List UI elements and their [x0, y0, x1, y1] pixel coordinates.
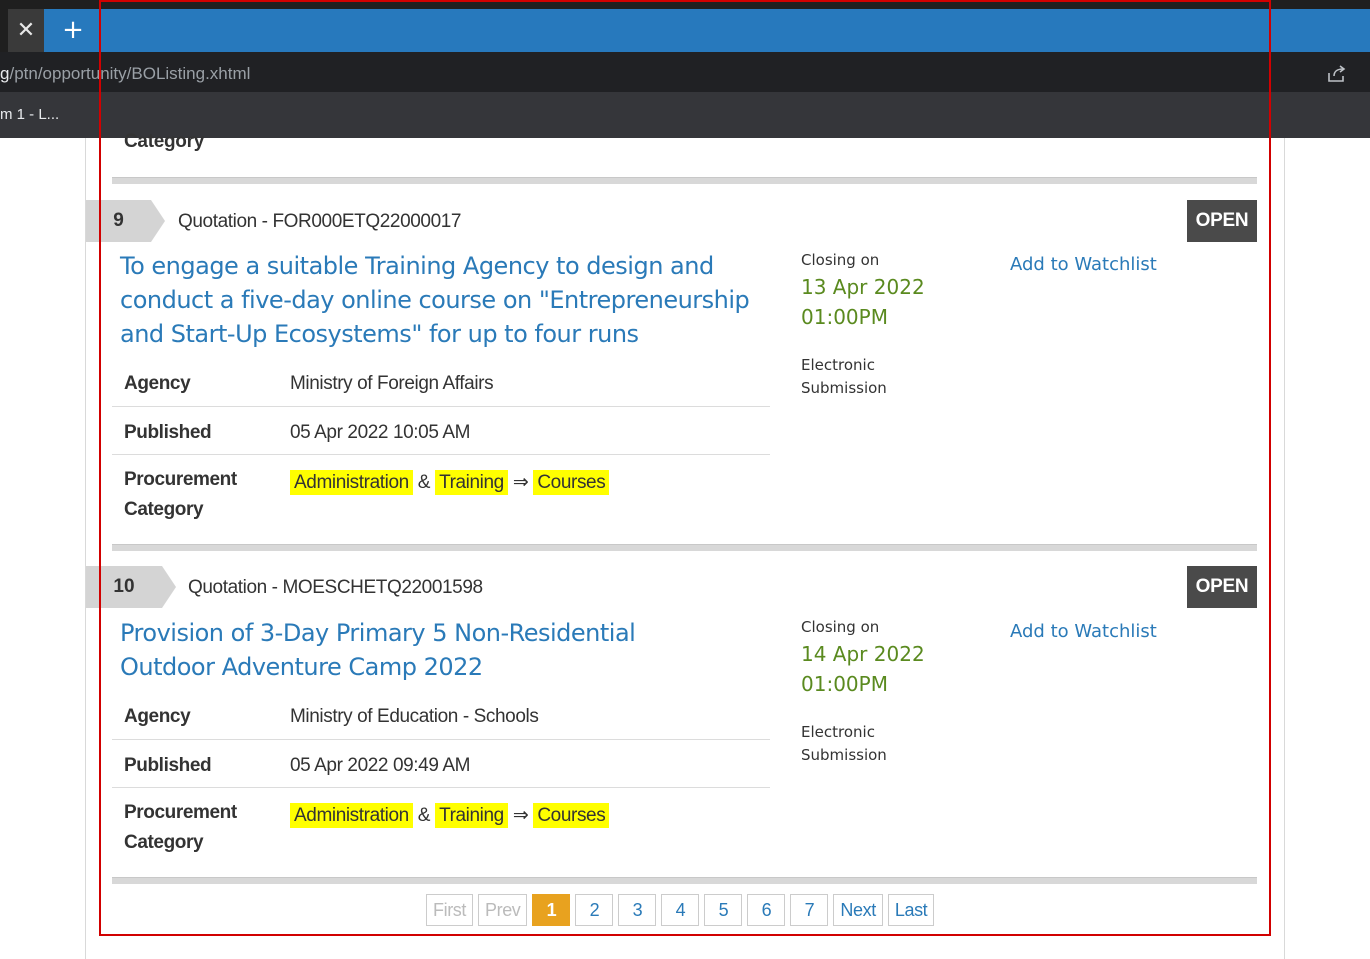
category-arrow: ⇒ [512, 805, 529, 826]
agency-value: Ministry of Foreign Affairs [290, 373, 494, 394]
agency-row: Agency Ministry of Education - Schools [112, 695, 770, 740]
status-badge: OPEN [1187, 200, 1257, 242]
closing-time: 01:00PM [801, 305, 888, 329]
listing-number: 9 [86, 200, 165, 242]
url-path: /ptn/opportunity/BOListing.xhtml [9, 64, 251, 83]
category-row: Procurement Category Administration & Trai… [112, 788, 770, 868]
listing-reference: Quotation - MOESCHETQ22001598 [188, 577, 483, 598]
status-badge: OPEN [1187, 566, 1257, 608]
category-arrow: ⇒ [512, 472, 529, 493]
listing-separator [112, 177, 1257, 184]
page-button-5[interactable]: 5 [704, 894, 743, 926]
category-tag: Training [435, 803, 508, 828]
category-row: Procurement Category Administration & Trai… [112, 455, 770, 535]
page-button-6[interactable]: 6 [747, 894, 786, 926]
submission-type: Electronic Submission [801, 723, 887, 764]
published-row: Published 05 Apr 2022 09:49 AM [112, 740, 770, 788]
category-label-line2: Category [124, 832, 204, 853]
bookmark-item[interactable]: m 1 - L... [0, 106, 59, 123]
pagination: First Prev 1 2 3 4 5 6 7 Next Last [426, 894, 935, 926]
category-value: Administration & Training ⇒ Courses [290, 468, 610, 498]
published-label: Published [124, 422, 212, 443]
closing-date: 14 Apr 2022 [801, 642, 925, 666]
active-tab-bar [44, 9, 1370, 52]
listing-separator [112, 877, 1257, 884]
next-page-button[interactable]: Next [833, 894, 883, 926]
category-ampersand: & [417, 805, 431, 826]
url-text[interactable]: g/ptn/opportunity/BOListing.xhtml [0, 64, 250, 84]
published-row: Published 05 Apr 2022 10:05 AM [112, 407, 770, 455]
prev-page-button[interactable]: Prev [478, 894, 528, 926]
closing-label: Closing on [801, 251, 880, 269]
listing-reference: Quotation - FOR000ETQ22000017 [178, 211, 462, 232]
agency-label: Agency [124, 373, 191, 394]
add-to-watchlist-link[interactable]: Add to Watchlist [1010, 621, 1157, 642]
category-ampersand: & [417, 472, 431, 493]
page-button-2[interactable]: 2 [575, 894, 614, 926]
close-tab-icon[interactable]: ✕ [8, 9, 44, 52]
page-button-7[interactable]: 7 [790, 894, 829, 926]
category-tag: Training [435, 470, 508, 495]
published-value: 05 Apr 2022 10:05 AM [290, 422, 471, 443]
page-button-1[interactable]: 1 [532, 894, 571, 926]
agency-label: Agency [124, 706, 191, 727]
category-label-line2: Category [124, 499, 204, 520]
add-to-watchlist-link[interactable]: Add to Watchlist [1010, 254, 1157, 275]
category-tag: Administration [290, 803, 413, 828]
listing-title-link[interactable]: To engage a suitable Training Agency to … [120, 249, 760, 351]
listing-title-link[interactable]: Provision of 3-Day Primary 5 Non-Residen… [120, 616, 720, 684]
first-page-button[interactable]: First [426, 894, 473, 926]
previous-category-label: Category [124, 131, 204, 152]
new-tab-icon[interactable]: + [58, 15, 88, 45]
page-button-4[interactable]: 4 [661, 894, 700, 926]
category-tag: Courses [533, 803, 610, 828]
category-label-line1: Procurement [124, 469, 237, 490]
agency-row: Agency Ministry of Foreign Affairs [112, 362, 770, 407]
last-page-button[interactable]: Last [887, 894, 935, 926]
category-tag: Administration [290, 470, 413, 495]
category-tag: Courses [533, 470, 610, 495]
published-label: Published [124, 755, 212, 776]
share-icon[interactable] [1326, 64, 1348, 84]
listing-separator [112, 544, 1257, 551]
published-value: 05 Apr 2022 09:49 AM [290, 755, 471, 776]
bookmarks-bar: m 1 - L... [0, 92, 1370, 138]
browser-tab-strip: ✕ + [0, 0, 1370, 52]
closing-date: 13 Apr 2022 [801, 275, 925, 299]
listing-number: 10 [86, 566, 176, 608]
page-button-3[interactable]: 3 [618, 894, 657, 926]
closing-label: Closing on [801, 618, 880, 636]
category-label-line1: Procurement [124, 802, 237, 823]
closing-time: 01:00PM [801, 672, 888, 696]
category-value: Administration & Training ⇒ Courses [290, 801, 610, 831]
submission-type: Electronic Submission [801, 356, 887, 397]
address-bar[interactable]: g/ptn/opportunity/BOListing.xhtml [0, 52, 1370, 92]
agency-value: Ministry of Education - Schools [290, 706, 539, 727]
